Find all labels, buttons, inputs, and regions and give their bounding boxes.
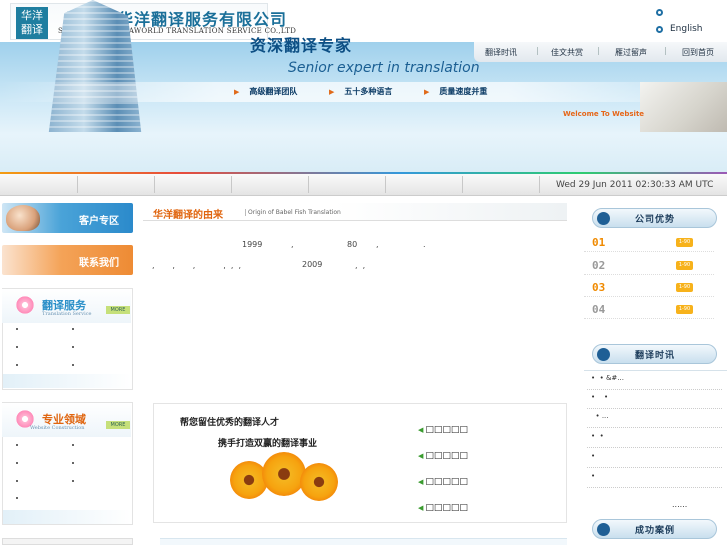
arrow-icon: ▶ — [424, 88, 430, 96]
feature-languages: ▶ 五十多种语言 — [329, 87, 393, 96]
news-item[interactable]: • ... — [587, 412, 722, 428]
list-bullet — [16, 328, 18, 330]
list-bullet — [16, 462, 18, 464]
flower-image — [262, 452, 306, 496]
company-logo: 华洋 翻译 — [16, 7, 48, 39]
service-subtitle: Translation Service — [42, 311, 92, 317]
date-bar-divider — [462, 176, 463, 193]
service-more-button[interactable]: MORE — [106, 306, 130, 314]
service-panel-footer — [3, 374, 132, 388]
lang-english-label[interactable]: English — [670, 24, 703, 34]
intro-year-2009: 2009 — [302, 260, 323, 269]
news-item[interactable]: • — [587, 472, 722, 488]
left-bottom-panel — [2, 538, 133, 545]
list-bullet — [16, 364, 18, 366]
nav-separator: | — [597, 46, 600, 55]
bullet-icon — [597, 523, 610, 536]
client-area-button[interactable]: 客户专区 — [2, 203, 133, 233]
intro-number-80: 80 — [347, 240, 358, 249]
nav-articles[interactable]: 佳文共赏 — [551, 47, 583, 58]
text-comma: , — [376, 240, 379, 249]
nav-separator: | — [664, 46, 667, 55]
text-comma: , , — [355, 261, 366, 270]
flower-image — [300, 463, 338, 501]
arrow-icon: ◀ — [418, 504, 424, 512]
intro-subtitle: Origin of Babel Fish Translation — [245, 209, 341, 216]
intro-line-2-punctuation: , , , , , , — [152, 261, 242, 270]
date-bar-divider — [77, 176, 78, 193]
nav-home[interactable]: 回到首页 — [682, 47, 714, 58]
advantage-row[interactable]: 01 1-90 — [584, 233, 714, 252]
list-bullet — [72, 462, 74, 464]
list-bullet — [16, 480, 18, 482]
advantage-header: 公司优势 — [592, 208, 717, 228]
field-more-button[interactable]: MORE — [106, 421, 130, 429]
advantage-row[interactable]: 03 1-90 — [584, 278, 714, 297]
arrow-icon: ▶ — [234, 88, 240, 96]
list-bullet — [16, 497, 18, 499]
advantage-row[interactable]: 04 1-90 — [584, 300, 714, 319]
date-bar-divider — [385, 176, 386, 193]
date-bar-divider — [539, 176, 540, 193]
date-bar-divider — [154, 176, 155, 193]
news-item[interactable]: • — [587, 452, 722, 468]
recruit-link[interactable]: ◀ □□□□□ — [418, 451, 468, 461]
arrow-icon: ◀ — [418, 478, 424, 486]
welcome-text: Welcome To Website — [563, 110, 645, 118]
list-bullet — [16, 346, 18, 348]
middle-bottom-panel — [160, 538, 567, 545]
list-bullet — [72, 328, 74, 330]
nav-news[interactable]: 翻译时讯 — [485, 47, 517, 58]
list-bullet — [72, 444, 74, 446]
news-item[interactable]: • • — [587, 432, 722, 448]
news-more-link[interactable]: ...... — [672, 500, 687, 509]
text-period: . — [423, 240, 426, 249]
flower-icon — [14, 296, 36, 314]
contact-us-button[interactable]: 联系我们 — [2, 245, 133, 275]
field-subtitle: Website Construction — [30, 425, 85, 431]
date-bar-divider — [308, 176, 309, 193]
recruit-link[interactable]: ◀ □□□□□ — [418, 503, 468, 513]
intro-year-1999: 1999 — [242, 240, 263, 249]
text-comma: , — [291, 240, 294, 249]
lang-radio-chinese[interactable] — [656, 9, 663, 16]
arrow-icon: ▶ — [329, 88, 335, 96]
feature-team: ▶ 高级翻译团队 — [234, 87, 298, 96]
arrow-icon: ◀ — [418, 452, 424, 460]
news-item[interactable]: • • &#... — [587, 374, 722, 390]
news-item[interactable]: • • — [587, 393, 722, 409]
recruit-link[interactable]: ◀ □□□□□ — [418, 477, 468, 487]
field-panel-footer — [3, 510, 132, 524]
news-header: 翻译时讯 — [592, 344, 717, 364]
nav-separator: | — [536, 46, 539, 55]
arrow-icon: ◀ — [418, 426, 424, 434]
advantage-row[interactable]: 02 1-90 — [584, 256, 714, 275]
date-bar-divider — [231, 176, 232, 193]
nav-guestbook[interactable]: 雁过留声 — [615, 47, 647, 58]
intro-title: 华洋翻译的由来 — [153, 210, 223, 221]
recruit-link[interactable]: ◀ □□□□□ — [418, 425, 468, 435]
cases-header: 成功案例 — [592, 519, 717, 539]
list-bullet — [16, 444, 18, 446]
list-bullet — [72, 480, 74, 482]
list-bullet — [72, 346, 74, 348]
feature-quality: ▶ 质量速度并重 — [424, 87, 488, 96]
lang-radio-english[interactable] — [656, 26, 663, 33]
list-bullet — [72, 364, 74, 366]
bullet-icon — [597, 212, 610, 225]
banner-title-en: Senior expert in translation — [288, 60, 480, 76]
bullet-icon — [597, 348, 610, 361]
current-date: Wed 29 Jun 2011 02:30:33 AM UTC — [556, 180, 714, 190]
recruit-line-1: 帮您留住优秀的翻译人才 — [180, 418, 280, 428]
recruit-line-2: 携手打造双赢的翻译事业 — [218, 439, 318, 449]
banner-title-cn: 资深翻译专家 — [250, 36, 353, 55]
avatar — [6, 205, 40, 231]
people-image — [640, 82, 727, 132]
